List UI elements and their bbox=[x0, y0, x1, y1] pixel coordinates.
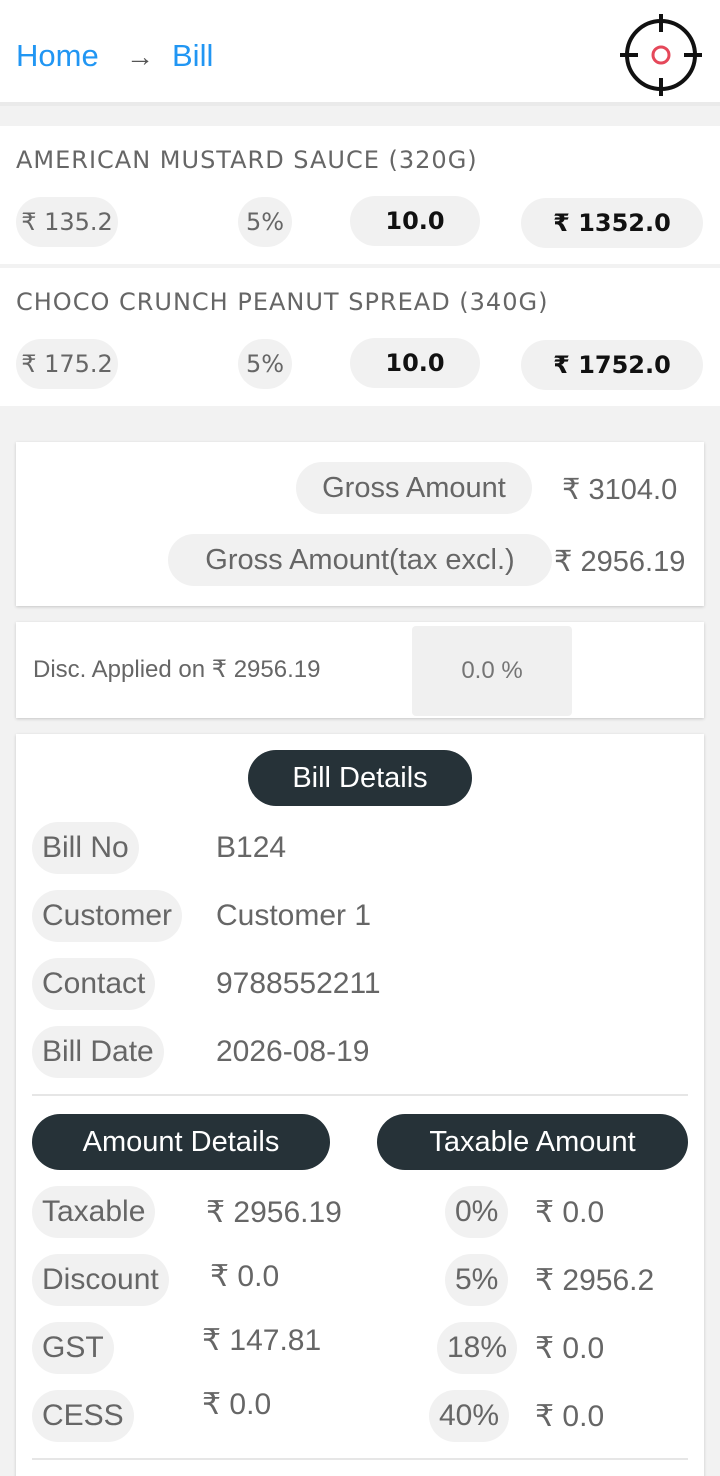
bill-details-card: Bill Details Bill No B124 Customer Custo… bbox=[16, 734, 704, 1476]
contact-value: 9788552211 bbox=[216, 967, 381, 1000]
bill-no-value: B124 bbox=[216, 831, 287, 864]
item-name: AMERICAN MUSTARD SAUCE (320G) bbox=[16, 146, 478, 174]
gross-amount-excl-label: Gross Amount(tax excl.) bbox=[168, 534, 552, 586]
gross-amount-card: Gross Amount ₹ 3104.0 Gross Amount(tax e… bbox=[16, 442, 704, 606]
item-price: ₹ 175.2 bbox=[16, 339, 118, 389]
item-quantity[interactable]: 10.0 bbox=[350, 338, 480, 388]
item-total: ₹ 1352.0 bbox=[521, 198, 703, 248]
divider bbox=[32, 1094, 688, 1096]
item-total: ₹ 1752.0 bbox=[521, 340, 703, 390]
discount-label: Disc. Applied on ₹ 2956.19 bbox=[33, 656, 321, 683]
customer-label: Customer bbox=[32, 890, 183, 942]
bill-details-title: Bill Details bbox=[248, 750, 472, 806]
gross-amount-excl-value: ₹ 2956.19 bbox=[554, 546, 686, 578]
tax-rate-40: 40% bbox=[429, 1390, 510, 1442]
cess-value: ₹ 0.0 bbox=[202, 1388, 272, 1421]
discount-percent-input[interactable] bbox=[412, 626, 572, 716]
discount-label: Discount bbox=[32, 1254, 169, 1306]
customer-value: Customer 1 bbox=[216, 899, 372, 932]
gst-value: ₹ 147.81 bbox=[202, 1324, 322, 1357]
breadcrumb-arrow-icon: → bbox=[126, 41, 154, 72]
tax-rate-0: 0% bbox=[445, 1186, 509, 1238]
tax-rate-5: 5% bbox=[445, 1254, 509, 1306]
discount-value: ₹ 0.0 bbox=[210, 1260, 280, 1293]
item-name: CHOCO CRUNCH PEANUT SPREAD (340G) bbox=[16, 288, 549, 316]
taxable-label: Taxable bbox=[32, 1186, 156, 1238]
tax-rate-0-value: ₹ 0.0 bbox=[535, 1196, 605, 1229]
gross-amount-label: Gross Amount bbox=[296, 462, 532, 514]
top-bar: Home → Bill bbox=[0, 0, 720, 106]
item-quantity[interactable]: 10.0 bbox=[350, 196, 480, 246]
breadcrumb-home[interactable]: Home bbox=[16, 38, 99, 74]
tax-rate-5-value: ₹ 2956.2 bbox=[535, 1264, 655, 1297]
bill-date-label: Bill Date bbox=[32, 1026, 164, 1078]
taxable-value: ₹ 2956.19 bbox=[206, 1196, 342, 1229]
cess-label: CESS bbox=[32, 1390, 134, 1442]
item-tax-rate: 5% bbox=[238, 197, 292, 247]
contact-label: Contact bbox=[32, 958, 156, 1010]
gross-amount-value: ₹ 3104.0 bbox=[562, 474, 678, 506]
bill-item[interactable]: CHOCO CRUNCH PEANUT SPREAD (340G) ₹ 175.… bbox=[0, 268, 720, 406]
item-tax-rate: 5% bbox=[238, 339, 292, 389]
bill-date-value: 2026-08-19 bbox=[216, 1035, 370, 1068]
bill-item[interactable]: AMERICAN MUSTARD SAUCE (320G) ₹ 135.2 5%… bbox=[0, 126, 720, 264]
divider bbox=[32, 1458, 688, 1460]
item-price: ₹ 135.2 bbox=[16, 197, 118, 247]
tax-rate-18-value: ₹ 0.0 bbox=[535, 1332, 605, 1365]
tax-rate-18: 18% bbox=[437, 1322, 518, 1374]
target-scan-icon[interactable] bbox=[618, 12, 704, 98]
amount-details-title: Amount Details bbox=[32, 1114, 330, 1170]
gst-label: GST bbox=[32, 1322, 114, 1374]
tax-rate-40-value: ₹ 0.0 bbox=[535, 1400, 605, 1433]
discount-card: Disc. Applied on ₹ 2956.19 bbox=[16, 622, 704, 718]
taxable-amount-title: Taxable Amount bbox=[377, 1114, 688, 1170]
breadcrumb-current: Bill bbox=[172, 38, 214, 73]
bill-no-label: Bill No bbox=[32, 822, 139, 874]
